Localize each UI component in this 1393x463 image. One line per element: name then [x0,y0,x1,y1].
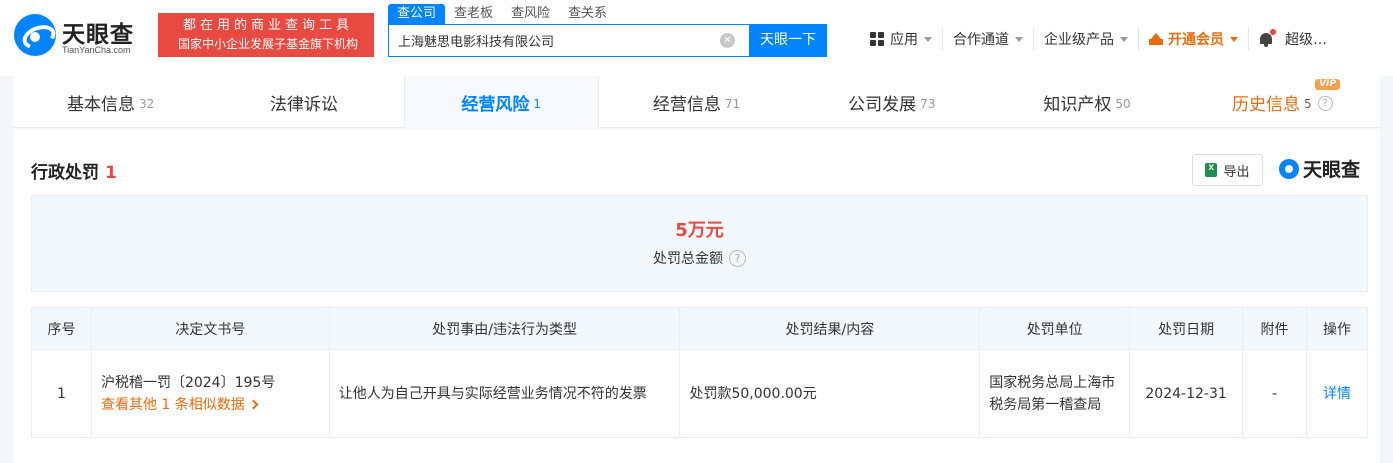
doc-number: 沪税稽一罚〔2024〕195号 [100,374,276,391]
tab-label: 基本信息 [67,94,135,115]
search-button[interactable]: 天眼一下 [749,24,827,57]
nav-apps[interactable]: 应用 [860,28,942,50]
eye-logo-icon [1279,158,1299,179]
penalty-result: 处罚款50,000.00元 [679,349,981,438]
section-title-text: 行政处罚 [31,163,99,183]
tab-ip[interactable]: 知识产权 50 [989,76,1184,128]
chevron-down-icon [1120,36,1128,42]
search-type-tabs: 查公司 查老板 查风险 查关系 [388,4,616,24]
total-label-row: 处罚总金额 ? [32,248,1367,268]
search-tab-risk[interactable]: 查风险 [502,4,559,24]
tab-label: 经营风险 [461,94,530,115]
nav-vip-label: 开通会员 [1168,32,1224,48]
site-logo[interactable]: 天眼查 TianYanCha.com [12,12,152,60]
tab-history[interactable]: VIP 历史信息 5 ? [1185,76,1380,128]
promo-line-2: 国家中小企业发展子基金旗下机构 [177,37,358,51]
tab-count: 5 [1304,96,1312,111]
detail-link-cell: 详情 [1305,349,1369,438]
nav-apps-label: 应用 [890,32,918,48]
column-header: 操作 [1305,307,1369,350]
tab-legal[interactable]: 法律诉讼 [208,76,403,128]
notification-dot [1270,29,1276,35]
excel-icon [1205,162,1218,177]
section-title: 行政处罚 1 [31,158,117,183]
tab-label: 知识产权 [1043,94,1112,115]
tab-business-risk[interactable]: 经营风险 1 [403,76,599,128]
column-header: 处罚结果/内容 [679,307,981,350]
tab-label: 公司发展 [848,94,917,115]
chevron-down-icon [1015,36,1023,42]
row-index: 1 [31,349,92,438]
section-tabs: 基本信息 32 法律诉讼 经营风险 1 经营信息 71 公司发展 73 知识产权… [13,76,1380,128]
tab-label: 历史信息 [1232,94,1301,115]
column-header: 序号 [31,307,92,350]
search-tab-company[interactable]: 查公司 [388,4,446,24]
chevron-down-icon [1230,36,1238,42]
nav-user[interactable]: 超级… [1248,28,1337,50]
detail-link[interactable]: 详情 [1323,386,1351,402]
help-icon[interactable]: ? [1317,95,1333,111]
column-header: 决定文书号 [90,307,330,350]
top-bar: 天眼查 TianYanCha.com 都在用的商业查询工具 国家中小企业发展子基… [0,0,1393,76]
column-header: 处罚日期 [1129,307,1244,350]
similar-link-label: 查看其他 1 条相似数据 [100,396,245,413]
chevron-right-icon [248,399,259,410]
watermark-logo: 天眼查 [1279,155,1360,182]
export-label: 导出 [1223,164,1250,180]
apps-grid-icon [870,32,884,46]
tab-count: 1 [533,96,542,111]
doc-number-cell: 沪税稽一罚〔2024〕195号 查看其他 1 条相似数据 [90,349,330,438]
tab-count: 71 [724,96,741,111]
penalty-summary: 5万元 处罚总金额 ? [31,195,1368,292]
column-header: 处罚事由/违法行为类型 [328,307,681,350]
help-icon[interactable]: ? [729,249,746,267]
section-count: 1 [105,163,117,183]
nav-channels-label: 合作通道 [953,32,1009,48]
tab-count: 32 [139,96,155,111]
column-header: 处罚单位 [979,307,1131,350]
eye-logo-icon [14,14,56,56]
export-button[interactable]: 导出 [1192,154,1263,186]
nav-vip[interactable]: 开通会员 [1138,28,1248,50]
search-tab-relation[interactable]: 查关系 [559,4,616,24]
bell-icon[interactable] [1259,29,1276,47]
nav-channels[interactable]: 合作通道 [942,28,1033,50]
vip-badge: VIP [1315,79,1340,90]
table-row: 1 沪税稽一罚〔2024〕195号 查看其他 1 条相似数据 让他人为自己开具与… [31,349,1369,438]
tab-label: 法律诉讼 [269,94,338,115]
crown-icon [1149,33,1163,45]
tab-count: 50 [1115,96,1131,111]
attachment: - [1242,349,1307,438]
column-header: 附件 [1242,307,1307,350]
nav-enterprise-label: 企业级产品 [1044,32,1114,48]
watermark-text: 天眼查 [1303,159,1361,181]
promo-line-1: 都在用的商业查询工具 [182,18,353,33]
tab-business-info[interactable]: 经营信息 71 [599,76,794,128]
tab-development[interactable]: 公司发展 73 [794,76,989,128]
promo-banner[interactable]: 都在用的商业查询工具 国家中小企业发展子基金旗下机构 [158,13,374,57]
total-label: 处罚总金额 [653,251,723,267]
penalty-date: 2024-12-31 [1129,349,1244,438]
tab-label: 经营信息 [652,94,721,115]
similar-data-link[interactable]: 查看其他 1 条相似数据 [100,394,259,416]
top-nav: 应用 合作通道 企业级产品 开通会员 超级… [860,28,1337,50]
total-amount: 5万元 [675,220,724,241]
table-header-row: 序号 决定文书号 处罚事由/违法行为类型 处罚结果/内容 处罚单位 处罚日期 附… [31,307,1369,350]
brand-domain: TianYanCha.com [62,45,131,55]
tab-count: 73 [920,96,936,111]
penalty-reason: 让他人为自己开具与实际经营业务情况不符的发票 [328,349,681,438]
brand-name: 天眼查 [62,22,134,48]
nav-enterprise[interactable]: 企业级产品 [1033,28,1138,50]
penalty-table: 序号 决定文书号 处罚事由/违法行为类型 处罚结果/内容 处罚单位 处罚日期 附… [31,307,1369,438]
penalty-authority: 国家税务总局上海市税务局第一稽查局 [979,349,1131,438]
nav-user-label: 超级… [1285,32,1327,48]
clear-search-icon[interactable]: ✕ [720,33,735,48]
penalty-section: 行政处罚 1 导出 天眼查 5万元 处罚总金额 ? 序号 决定文书号 处罚事由/违… [13,129,1380,463]
search-input[interactable] [389,25,709,56]
search-tab-boss[interactable]: 查老板 [445,4,502,24]
chevron-down-icon [924,36,932,42]
search-box: ✕ [388,24,750,57]
tab-basic-info[interactable]: 基本信息 32 [13,76,208,128]
